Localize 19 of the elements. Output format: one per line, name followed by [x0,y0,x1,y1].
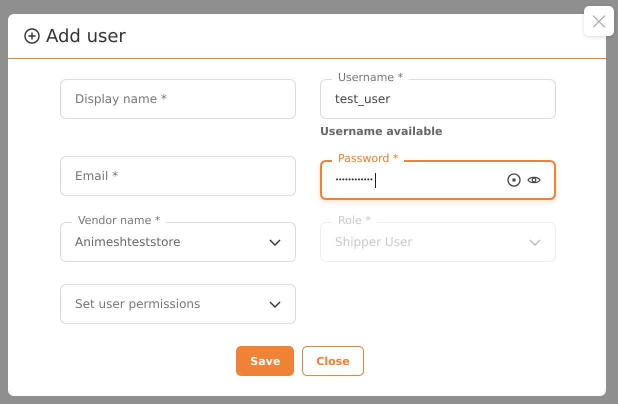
input-box[interactable]: Display name * [60,79,296,119]
clear-icon[interactable] [507,173,521,187]
select-placeholder: Set user permissions [75,297,202,311]
text-field[interactable]: Email * [75,157,281,195]
dialog-title: Add user [46,26,126,46]
helper-text: Username available [320,125,444,138]
close-button[interactable]: × [584,6,614,36]
chevron-down-icon[interactable] [269,238,281,246]
text-cursor [374,172,376,188]
select-field[interactable]: Set user permissions [60,284,296,324]
add-circle-icon [24,28,40,44]
chevron-down-icon[interactable] [269,300,281,308]
text-field[interactable]: Display name * [75,80,281,118]
save-button[interactable]: Save [236,346,294,376]
close-button[interactable]: Close [302,346,364,376]
input-box[interactable]: Email * [60,156,296,196]
field-label: Password * [332,152,404,166]
selected-value: Animeshteststore [75,235,182,249]
eye-icon[interactable] [527,175,541,185]
